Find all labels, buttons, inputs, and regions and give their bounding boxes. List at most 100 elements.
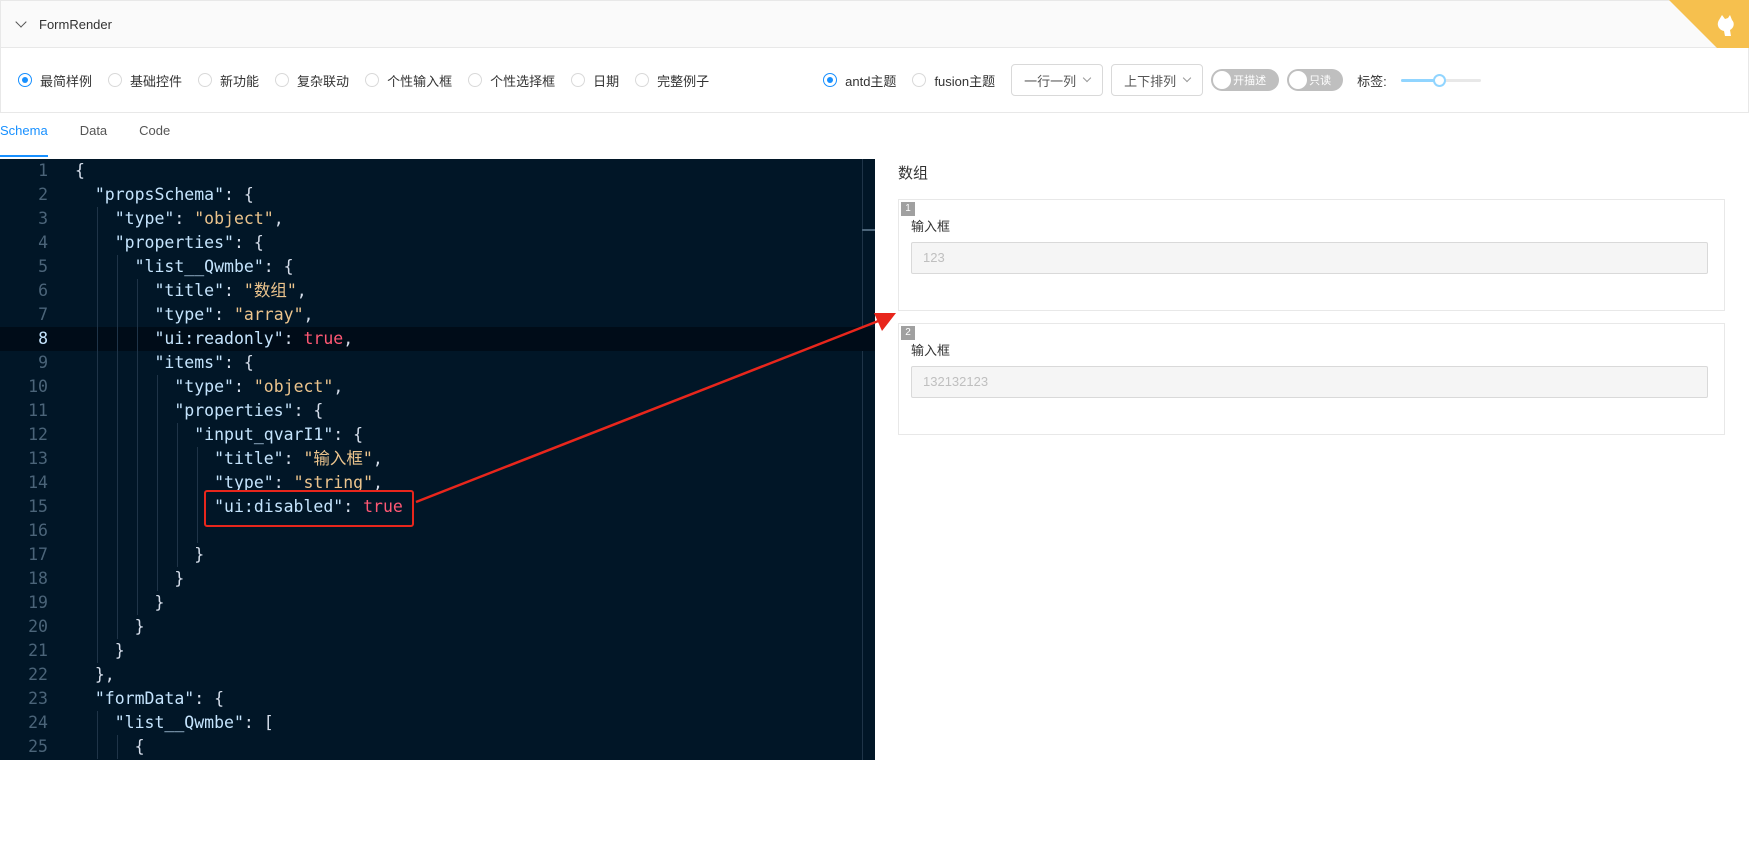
radio-circle-icon bbox=[468, 73, 483, 87]
demo-radio-2[interactable]: 新功能 bbox=[198, 71, 259, 90]
code-token: "properties" bbox=[114, 233, 234, 252]
desc-switch-label: 开描述 bbox=[1233, 75, 1267, 87]
array-item-index: 1 bbox=[901, 202, 915, 216]
code-line: 8 "ui:readonly": true, bbox=[0, 327, 875, 351]
line-number: 21 bbox=[28, 641, 48, 660]
line-number: 15 bbox=[28, 497, 48, 516]
code-token: "array" bbox=[233, 305, 304, 324]
code-line: 1{ bbox=[0, 159, 875, 183]
line-number: 3 bbox=[38, 209, 48, 228]
demo-radio-label: 个性输入框 bbox=[387, 73, 453, 89]
code-line: 9 "items": { bbox=[0, 351, 875, 375]
theme-radio-label: antd主题 bbox=[845, 73, 897, 89]
code-line: 15 "ui:disabled": true bbox=[0, 495, 875, 519]
code-token: : [ bbox=[243, 713, 274, 732]
disabled-text-input[interactable]: 123 bbox=[911, 242, 1708, 274]
code-line-text: }, bbox=[75, 663, 115, 687]
demo-radio-0[interactable]: 最简样例 bbox=[18, 71, 92, 90]
line-number: 2 bbox=[38, 185, 48, 204]
demo-radio-3[interactable]: 复杂联动 bbox=[275, 71, 349, 90]
indent-guide bbox=[97, 711, 98, 759]
code-token: "input_qvarI1" bbox=[194, 425, 334, 444]
theme-radio-1[interactable]: fusion主题 bbox=[912, 71, 995, 90]
line-number: 7 bbox=[38, 305, 48, 324]
code-line-text: } bbox=[75, 591, 164, 615]
code-token: "object" bbox=[253, 377, 334, 396]
demo-radio-4[interactable]: 个性输入框 bbox=[365, 71, 452, 90]
tab-schema[interactable]: Schema bbox=[0, 123, 48, 157]
code-token: : bbox=[283, 449, 304, 468]
code-token: : bbox=[233, 377, 254, 396]
demo-radio-6[interactable]: 日期 bbox=[571, 71, 619, 90]
line-number: 12 bbox=[28, 425, 48, 444]
collapse-header[interactable]: FormRender bbox=[0, 0, 1749, 48]
radio-circle-icon bbox=[571, 73, 586, 87]
toolbar: 最简样例 基础控件 新功能 复杂联动 个性输入框 个性选择框 日期 完整例子 antd主题 fu… bbox=[0, 48, 1749, 113]
code-token: "type" bbox=[154, 305, 215, 324]
demo-radio-label: 完整例子 bbox=[657, 73, 710, 89]
code-line: 24 "list__Qwmbe": [ bbox=[0, 711, 875, 735]
tab-data[interactable]: Data bbox=[80, 123, 107, 157]
indent-guide bbox=[137, 279, 138, 615]
code-line: 6 "title": "数组", bbox=[0, 279, 875, 303]
code-line-text: "propsSchema": { bbox=[75, 183, 254, 207]
code-token: "ui:readonly" bbox=[154, 329, 284, 348]
label-width-slider[interactable] bbox=[1400, 73, 1481, 87]
preview-array-title: 数组 bbox=[898, 165, 929, 182]
line-number: 18 bbox=[28, 569, 48, 588]
layout-select[interactable]: 上下排列 bbox=[1111, 64, 1204, 96]
layout-select-value: 上下排列 bbox=[1124, 73, 1177, 89]
theme-radio-0[interactable]: antd主题 bbox=[823, 71, 896, 90]
readonly-switch[interactable]: 只读 bbox=[1287, 69, 1344, 91]
code-line-text: "properties": { bbox=[75, 231, 264, 255]
desc-switch[interactable]: 开描述 bbox=[1211, 69, 1280, 91]
demo-radio-group: 最简样例 基础控件 新功能 复杂联动 个性输入框 个性选择框 日期 完整例子 bbox=[18, 71, 725, 90]
line-number: 10 bbox=[28, 377, 48, 396]
code-line: 3 "type": "object", bbox=[0, 207, 875, 231]
code-token: "propsSchema" bbox=[94, 185, 225, 204]
radio-circle-icon bbox=[823, 73, 838, 87]
code-token: "object" bbox=[194, 209, 274, 228]
page: FormRender 最简样例 基础控件 新功能 复杂联动 个性输入框 个性选择框 日期 完整… bbox=[0, 0, 1749, 863]
code-editor[interactable]: 1{2 "propsSchema": {3 "type": "object", 4… bbox=[0, 159, 875, 760]
line-number: 19 bbox=[28, 593, 48, 612]
line-number: 16 bbox=[28, 521, 48, 540]
tab-code[interactable]: Code bbox=[139, 123, 170, 157]
line-number: 8 bbox=[38, 329, 48, 348]
disabled-text-input[interactable]: 132132123 bbox=[911, 366, 1708, 398]
demo-radio-label: 最简样例 bbox=[40, 73, 93, 89]
code-token: : bbox=[174, 209, 195, 228]
code-line: 7 "type": "array", bbox=[0, 303, 875, 327]
code-line: 25 { bbox=[0, 735, 875, 759]
code-token: : { bbox=[263, 257, 294, 276]
code-token: } bbox=[75, 545, 205, 564]
code-line: 11 "properties": { bbox=[0, 399, 875, 423]
code-token: } bbox=[75, 641, 125, 660]
code-token: : bbox=[214, 305, 234, 324]
column-select[interactable]: 一行一列 bbox=[1011, 64, 1104, 96]
slider-handle[interactable] bbox=[1433, 74, 1447, 87]
switch-knob bbox=[1213, 71, 1232, 89]
demo-radio-7[interactable]: 完整例子 bbox=[635, 71, 709, 90]
demo-radio-5[interactable]: 个性选择框 bbox=[468, 71, 555, 90]
code-line-text: "list__Qwmbe": { bbox=[75, 255, 294, 279]
code-token: "items" bbox=[154, 353, 225, 372]
code-line: 12 "input_qvarI1": { bbox=[0, 423, 875, 447]
radio-circle-icon bbox=[18, 73, 32, 87]
code-token: "title" bbox=[214, 449, 284, 468]
demo-radio-1[interactable]: 基础控件 bbox=[108, 71, 182, 90]
line-number: 4 bbox=[38, 233, 48, 252]
array-item-card: 2 输入框 132132123 bbox=[898, 323, 1725, 435]
code-line-text: } bbox=[75, 567, 184, 591]
code-line: 13 "title": "输入框", bbox=[0, 447, 875, 471]
chevron-down-icon[interactable] bbox=[15, 16, 27, 28]
code-token: , bbox=[372, 449, 383, 468]
array-item-index: 2 bbox=[901, 326, 915, 340]
